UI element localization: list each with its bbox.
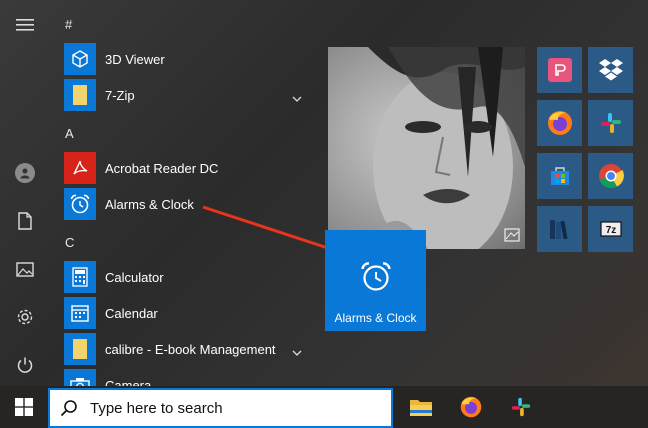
alarm-clock-icon [361, 262, 391, 291]
alarms-clock-dragged-tile[interactable]: Alarms & Clock [325, 230, 426, 331]
windows-logo-icon [15, 398, 33, 416]
firefox-icon [460, 396, 482, 418]
slack-icon [511, 397, 531, 417]
search-icon [60, 400, 77, 417]
file-explorer-icon [410, 400, 432, 416]
taskbar-firefox[interactable] [448, 386, 494, 428]
taskbar-slack[interactable] [498, 386, 544, 428]
annotation-arrow [202, 205, 352, 259]
start-button[interactable] [0, 386, 48, 428]
search-placeholder: Type here to search [90, 399, 223, 417]
taskbar: Type here to search [0, 386, 648, 428]
taskbar-file-explorer[interactable] [398, 386, 444, 428]
tile-label: Alarms & Clock [334, 311, 417, 325]
start-menu: # 3D Viewer 7-Zip A Acrobat Reader DC Al… [0, 0, 648, 386]
taskbar-search-box[interactable]: Type here to search [48, 388, 393, 428]
